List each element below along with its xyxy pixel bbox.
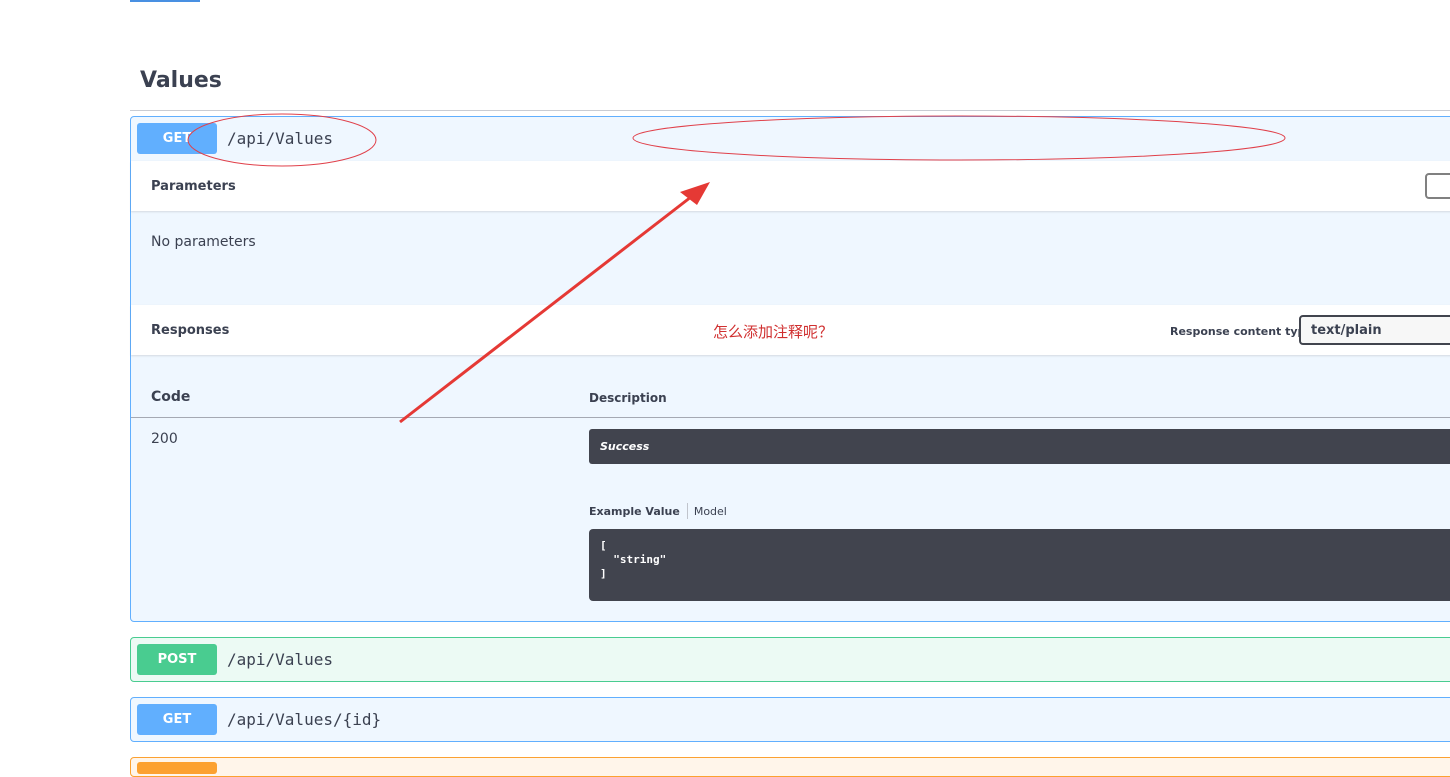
tab-separator xyxy=(686,503,688,519)
endpoint-path: /api/Values xyxy=(227,129,333,148)
responses-table-divider xyxy=(131,417,1450,418)
opblock-get-api-values: GET /api/Values Parameters No parameters… xyxy=(130,116,1450,622)
endpoint-path: /api/Values xyxy=(227,650,333,669)
method-badge: POST xyxy=(137,644,217,675)
no-parameters-text: No parameters xyxy=(151,234,256,250)
tag-divider xyxy=(130,110,1450,111)
model-tab[interactable]: Model xyxy=(694,505,727,518)
method-badge: GET xyxy=(137,704,217,735)
description-column-header: Description xyxy=(589,391,667,405)
method-badge: GET xyxy=(137,123,217,154)
try-it-out-button[interactable] xyxy=(1425,173,1450,199)
opblock-summary[interactable]: POST /api/Values xyxy=(131,638,1450,682)
example-tabs: Example Value Model xyxy=(589,503,727,519)
example-value-code: [ "string" ] xyxy=(589,529,1450,601)
parameters-header: Parameters xyxy=(131,161,1450,211)
annotation-text: 怎么添加注释呢？ xyxy=(713,323,834,341)
opblock-partial-next[interactable] xyxy=(130,757,1450,777)
code-column-header: Code xyxy=(151,389,191,405)
opblock-post-api-values[interactable]: POST /api/Values xyxy=(130,637,1450,682)
example-value-tab[interactable]: Example Value xyxy=(589,505,687,518)
parameters-label: Parameters xyxy=(151,179,236,194)
opblock-summary[interactable]: GET /api/Values xyxy=(131,117,1450,161)
responses-label: Responses xyxy=(151,323,230,338)
response-content-type-select[interactable]: text/plain xyxy=(1299,315,1450,345)
top-tab-indicator xyxy=(130,0,200,2)
response-code: 200 xyxy=(151,431,178,447)
tag-title[interactable]: Values xyxy=(140,68,222,93)
endpoint-path: /api/Values/{id} xyxy=(227,710,382,729)
response-content-type-label: Response content type xyxy=(1170,325,1313,338)
opblock-summary[interactable]: GET /api/Values/{id} xyxy=(131,698,1450,742)
method-badge xyxy=(137,762,217,774)
response-description: Success xyxy=(589,429,1450,464)
opblock-get-api-values-id[interactable]: GET /api/Values/{id} xyxy=(130,697,1450,742)
